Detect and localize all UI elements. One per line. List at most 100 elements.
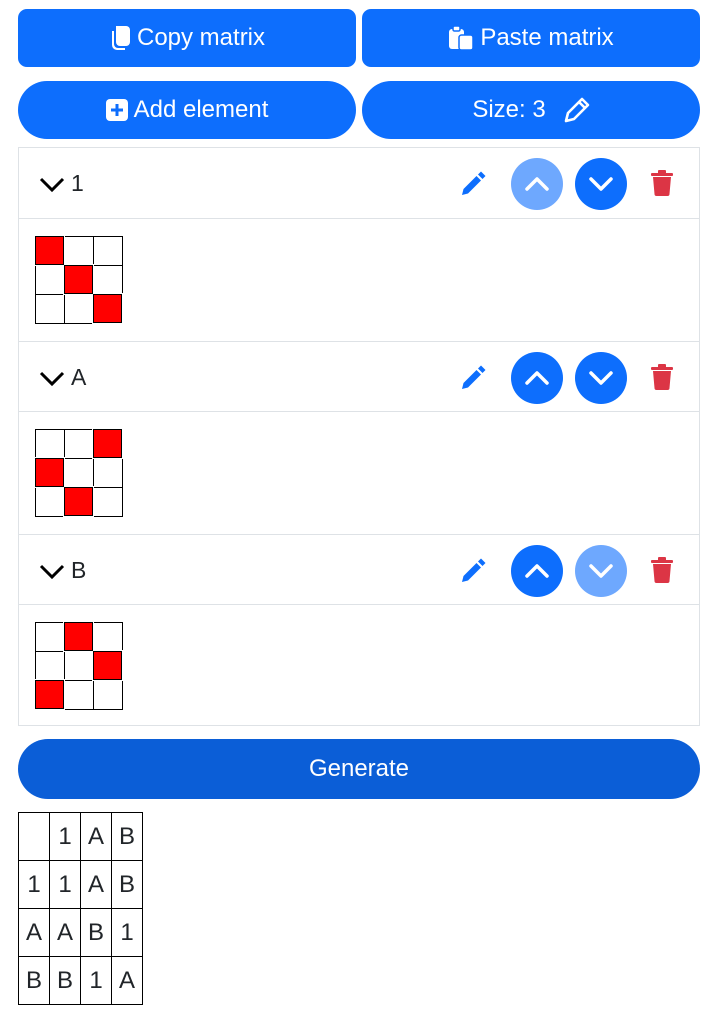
size-label: Size: 3 [472,96,546,123]
table-cell: B [111,860,143,909]
move-up-button[interactable] [511,545,563,597]
matrix-cell[interactable] [63,293,94,324]
matrix-cell[interactable] [34,621,65,652]
table-cell: 1 [49,812,81,861]
table-cell [18,812,50,861]
matrix-cell[interactable] [92,235,123,266]
trash-icon[interactable] [651,557,673,583]
pencil-edit-icon[interactable] [459,557,487,585]
chevron-up-icon [525,564,549,578]
matrix-row [34,457,123,488]
element-label: 1 [71,170,84,196]
trash-icon[interactable] [651,364,673,390]
matrix-cell-on[interactable] [92,428,123,459]
move-down-button[interactable] [575,158,627,210]
pencil-edit-icon[interactable] [459,170,487,198]
matrix-cell[interactable] [63,457,94,488]
element-label: A [71,364,87,390]
matrix-cell[interactable] [63,679,94,710]
table-cell: B [111,812,143,861]
table-cell: 1 [111,908,143,957]
table-cell: A [18,908,50,957]
element-matrix [34,235,123,324]
trash-icon[interactable] [651,170,673,196]
move-down-button[interactable] [575,545,627,597]
table-cell: A [111,956,143,1005]
matrix-row [34,293,123,324]
matrix-cell[interactable] [63,235,94,266]
matrix-row [34,486,123,517]
table-cell: B [49,956,81,1005]
matrix-cell[interactable] [92,264,123,295]
matrix-cell[interactable] [92,679,123,710]
matrix-cell[interactable] [34,264,65,295]
matrix-cell-on[interactable] [34,679,65,710]
chevron-down-icon [589,564,613,578]
chevron-down-icon [589,371,613,385]
matrix-row [34,264,123,295]
copy-icon [111,26,130,50]
move-down-button[interactable] [575,352,627,404]
element-body [19,219,699,341]
element-item: B [19,534,699,725]
move-up-button[interactable] [511,352,563,404]
matrix-cell-on[interactable] [34,235,65,266]
generate-label: Generate [308,755,410,782]
size-button[interactable]: Size: 3 [362,81,700,139]
chevron-up-icon [525,371,549,385]
matrix-row [34,428,123,459]
chevron-down-icon[interactable] [38,368,66,388]
add-element-button[interactable]: Add element [18,81,356,139]
table-cell: A [80,812,112,861]
matrix-cell-on[interactable] [92,293,123,324]
paste-icon [449,25,475,51]
matrix-cell[interactable] [63,428,94,459]
matrix-cell[interactable] [92,457,123,488]
matrix-cell-on[interactable] [92,650,123,681]
table-cell: B [80,908,112,957]
matrix-cell[interactable] [34,293,65,324]
element-label: B [71,557,87,583]
element-header[interactable]: B [19,534,699,605]
table-cell: A [49,908,81,957]
element-body [19,412,699,534]
matrix-cell-on[interactable] [63,621,94,652]
table-cell: A [80,860,112,909]
matrix-row [34,650,123,681]
table-cell: 1 [80,956,112,1005]
element-matrix [34,621,123,710]
move-up-button[interactable] [511,158,563,210]
element-body [19,605,699,727]
chevron-down-icon[interactable] [38,174,66,194]
table-row: 1 1 A B [18,860,143,909]
matrix-row [34,235,123,266]
matrix-cell[interactable] [34,650,65,681]
chevron-down-icon [589,177,613,191]
matrix-cell-on[interactable] [63,486,94,517]
copy-matrix-button[interactable]: Copy matrix [18,9,356,67]
pencil-edit-icon[interactable] [459,364,487,392]
matrix-cell[interactable] [92,621,123,652]
pencil-icon [564,97,589,123]
matrix-cell[interactable] [92,486,123,517]
matrix-cell-on[interactable] [34,457,65,488]
chevron-up-icon [525,177,549,191]
element-matrix [34,428,123,517]
generate-button[interactable]: Generate [18,739,700,799]
element-item: A [19,341,699,534]
paste-matrix-label: Paste matrix [480,24,614,51]
matrix-cell[interactable] [63,650,94,681]
element-header[interactable]: A [19,341,699,412]
elements-accordion: 1 A B [18,147,700,726]
table-row: B B 1 A [18,956,143,1005]
matrix-cell[interactable] [34,428,65,459]
table-cell: B [18,956,50,1005]
matrix-cell[interactable] [34,486,65,517]
element-item: 1 [19,148,699,341]
paste-matrix-button[interactable]: Paste matrix [362,9,700,67]
matrix-row [34,679,123,710]
chevron-down-icon[interactable] [38,561,66,581]
table-cell: 1 [49,860,81,909]
element-header[interactable]: 1 [19,148,699,219]
matrix-cell-on[interactable] [63,264,94,295]
